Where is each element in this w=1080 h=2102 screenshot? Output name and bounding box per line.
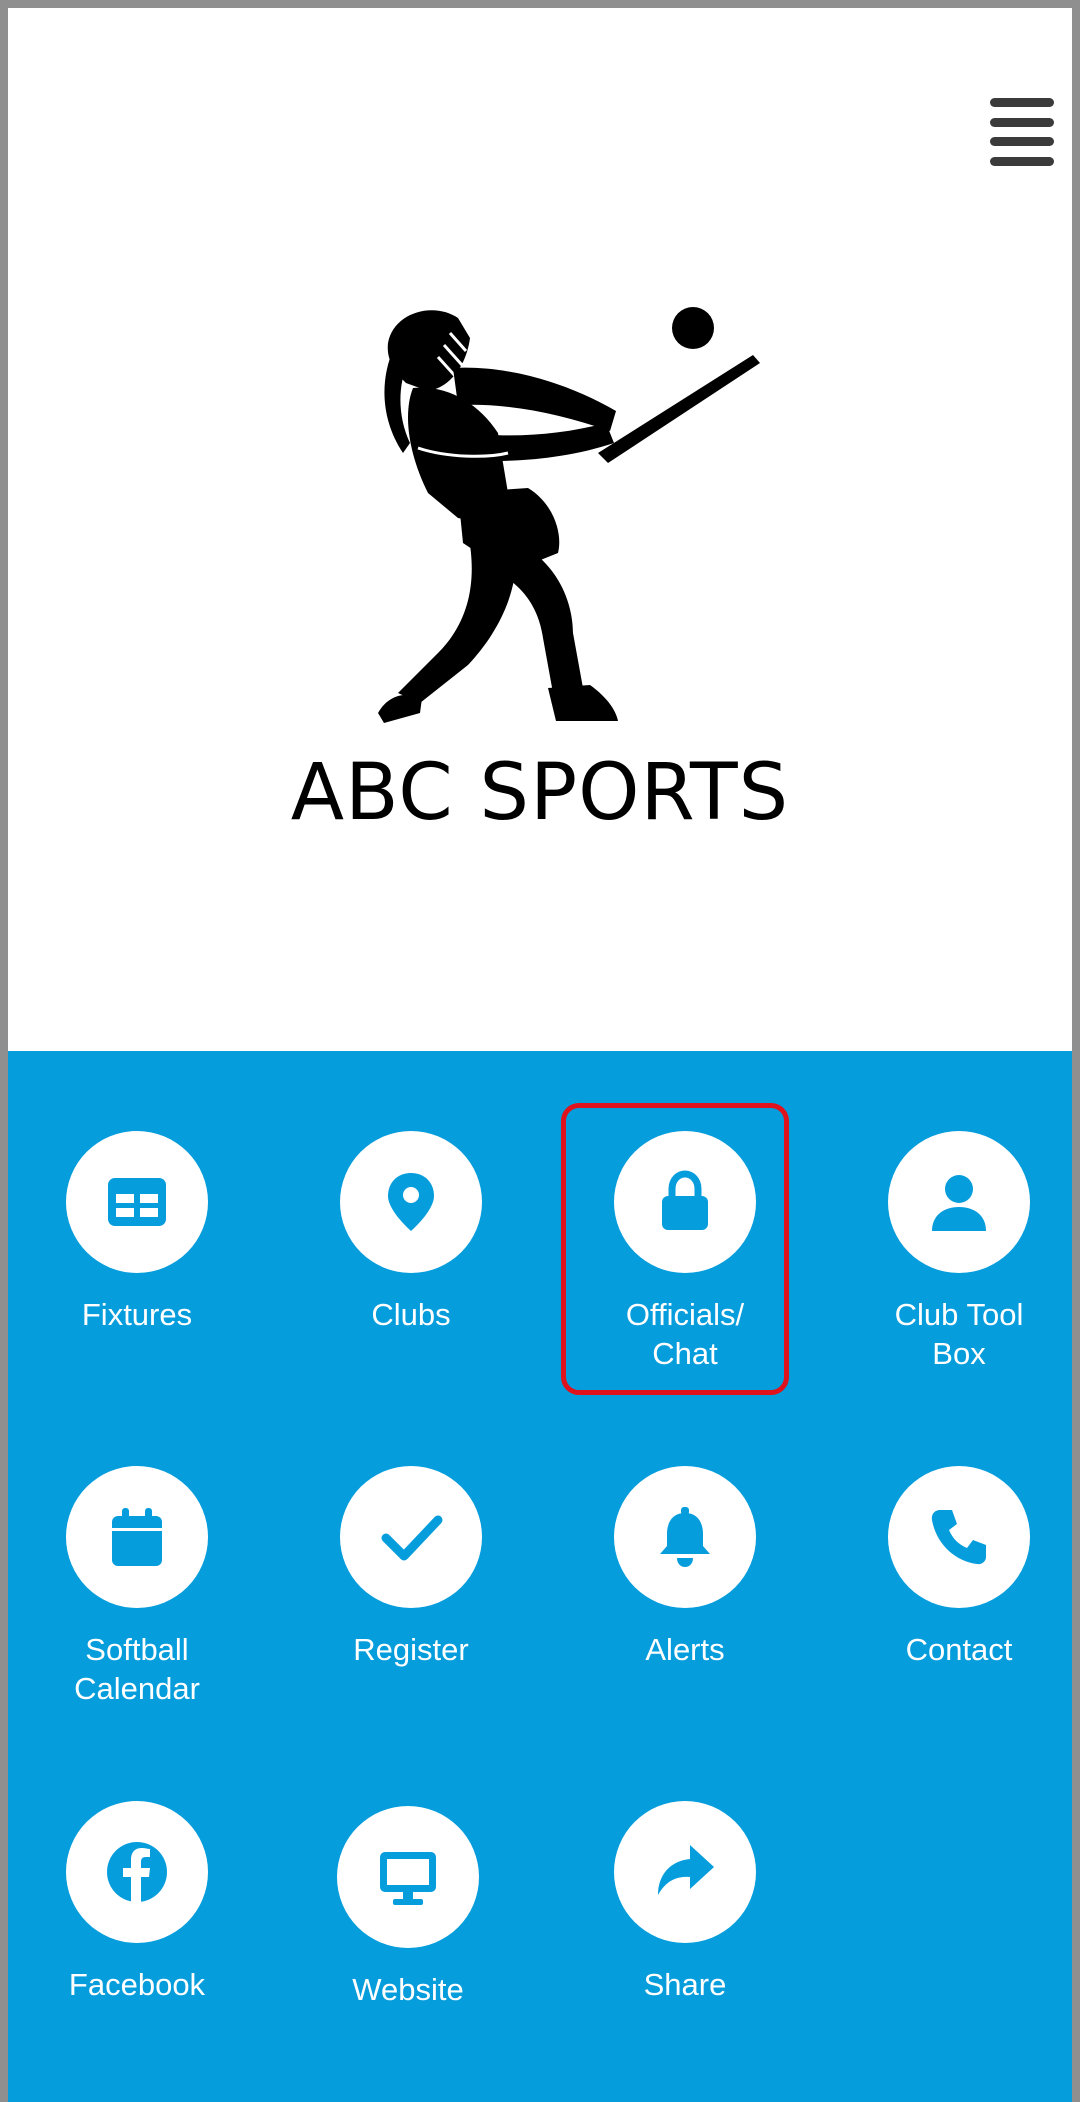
lock-icon (662, 1170, 708, 1230)
alerts-button[interactable]: Alerts (560, 1466, 810, 1669)
contact-label: Contact (905, 1632, 1013, 1667)
register-button[interactable]: Register (286, 1466, 536, 1669)
register-label: Register (353, 1632, 469, 1667)
contact-button[interactable]: Contact (834, 1466, 1080, 1669)
header: ABC SPORTS (8, 8, 1072, 1050)
app-screen: ABC SPORTS Fixtures Clubs Officials/ Cha… (8, 8, 1072, 2102)
fixtures-button[interactable]: Fixtures (12, 1131, 262, 1334)
app-title: ABC SPORTS (290, 748, 790, 838)
clubs-button[interactable]: Clubs (286, 1131, 536, 1334)
facebook-label: Facebook (68, 1967, 206, 2002)
officials-chat-label: Officials/ Chat (625, 1297, 745, 1371)
alerts-label: Alerts (645, 1632, 725, 1667)
website-label: Website (352, 1972, 464, 2007)
club-tool-box-label: Club Tool Box (894, 1297, 1024, 1371)
share-arrow-icon (658, 1845, 714, 1895)
phone-icon (931, 1510, 986, 1565)
clubs-label: Clubs (371, 1297, 451, 1332)
fixtures-label: Fixtures (81, 1297, 193, 1332)
checkmark-icon (381, 1515, 443, 1561)
website-button[interactable]: Website (283, 1806, 533, 2009)
calendar-icon (112, 1508, 162, 1566)
map-pin-icon (388, 1173, 434, 1231)
facebook-icon (107, 1842, 167, 1902)
share-button[interactable]: Share (560, 1801, 810, 2004)
softball-calendar-label: Softball Calendar (74, 1632, 200, 1706)
share-label: Share (643, 1967, 727, 2002)
facebook-button[interactable]: Facebook (12, 1801, 262, 2004)
softball-batter-logo (378, 307, 760, 723)
hamburger-menu-icon[interactable] (990, 98, 1054, 166)
fixtures-table-icon (108, 1178, 166, 1226)
user-icon (932, 1175, 986, 1231)
club-tool-box-button[interactable]: Club Tool Box (834, 1131, 1080, 1373)
officials-chat-button[interactable]: Officials/ Chat (560, 1131, 810, 1373)
softball-calendar-button[interactable]: Softball Calendar (12, 1466, 262, 1708)
menu-grid: Fixtures Clubs Officials/ Chat Club Tool… (8, 1051, 1072, 2102)
bell-icon (660, 1507, 710, 1567)
monitor-icon (380, 1852, 436, 1905)
